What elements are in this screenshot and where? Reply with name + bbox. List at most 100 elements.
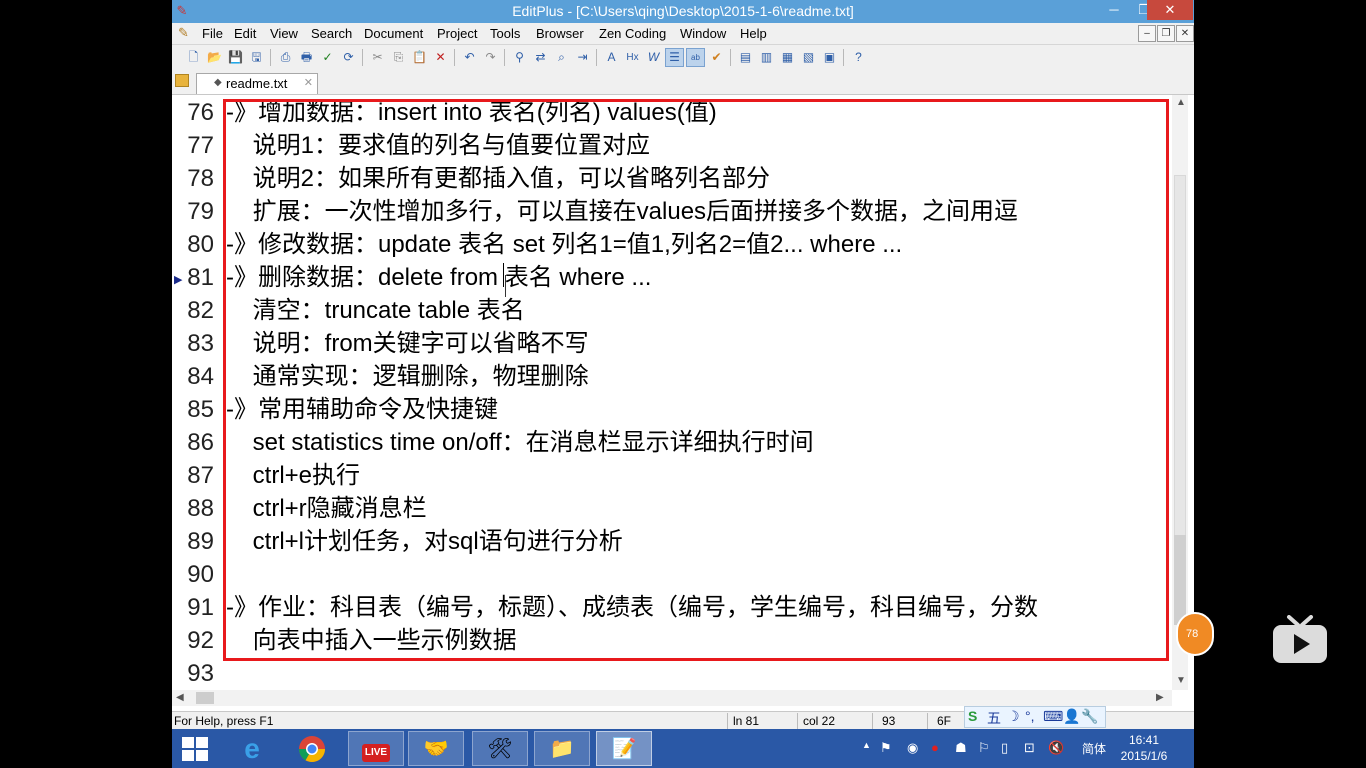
word-wrap-icon[interactable]: W: [644, 48, 663, 67]
line-number-gutter: ▶ 76 77 78 79 80 81 82 83 84 85 86 87 88 89 90 91 92 93: [172, 95, 218, 690]
cliptext-icon[interactable]: ▦: [778, 48, 797, 67]
video-player-tv-icon[interactable]: [1271, 615, 1329, 665]
ime-halfwidth-icon[interactable]: ☽: [1007, 708, 1020, 725]
editor[interactable]: ▶ 76 77 78 79 80 81 82 83 84 85 86 87 88 89 90 91 92 93 -…: [172, 95, 1194, 706]
undo-icon[interactable]: ↶: [460, 48, 479, 67]
chrome-icon[interactable]: [284, 731, 340, 766]
menu-edit[interactable]: Edit: [234, 25, 256, 42]
tray-network-icon[interactable]: ⊡: [1024, 740, 1035, 756]
tray-app-icon[interactable]: ☗: [955, 740, 967, 756]
menu-view[interactable]: View: [270, 25, 298, 42]
ime-sogou-icon[interactable]: S: [968, 708, 977, 724]
scroll-right-icon[interactable]: ▶: [1156, 692, 1164, 703]
scroll-left-icon[interactable]: ◀: [176, 692, 184, 703]
minimize-button[interactable]: ─: [1099, 0, 1129, 20]
menu-file[interactable]: File: [202, 25, 223, 42]
menu-project[interactable]: Project: [437, 25, 477, 42]
clock[interactable]: 16:41 2015/1/6: [1114, 732, 1174, 764]
menu-help[interactable]: Help: [740, 25, 767, 42]
editplus-taskbar-icon[interactable]: 📝: [596, 731, 652, 766]
line-number: 86: [187, 429, 214, 456]
fullscreen-icon[interactable]: ▣: [820, 48, 839, 67]
horizontal-scrollbar[interactable]: ◀ ▶: [172, 690, 1172, 706]
file-explorer-icon[interactable]: 📁: [534, 731, 590, 766]
delete-icon[interactable]: ✕: [431, 48, 450, 67]
output-window-icon[interactable]: ▧: [799, 48, 818, 67]
status-help-text: For Help, press F1: [174, 714, 274, 728]
copy-icon[interactable]: ⎘: [389, 48, 408, 67]
folder-icon[interactable]: [175, 74, 189, 87]
scroll-up-icon[interactable]: ▲: [1176, 97, 1186, 108]
window-list-icon[interactable]: ▤: [736, 48, 755, 67]
line-number: 87: [187, 462, 214, 489]
menu-document[interactable]: Document: [364, 25, 423, 42]
tray-action-center-icon[interactable]: ⚐: [978, 740, 990, 756]
goto-line-icon[interactable]: ⇥: [573, 48, 592, 67]
ie-browser-icon[interactable]: e: [224, 731, 280, 766]
spell-check-icon[interactable]: ✓: [318, 48, 337, 67]
ruler-icon[interactable]: ☰: [665, 48, 684, 67]
vertical-scrollbar[interactable]: ▲ ▼: [1172, 95, 1188, 690]
context-help-icon[interactable]: ?: [849, 48, 868, 67]
ime-punctuation-icon[interactable]: °,: [1025, 708, 1035, 724]
status-line: ln 81: [733, 714, 760, 728]
print-preview-icon[interactable]: ⎙: [276, 48, 295, 67]
cut-icon[interactable]: ✂: [368, 48, 387, 67]
tray-network-globe-icon[interactable]: ◉: [907, 740, 918, 756]
ime-user-icon[interactable]: 👤: [1063, 708, 1080, 725]
menu-tools[interactable]: Tools: [490, 25, 520, 42]
html-toolbar-icon[interactable]: Hx: [623, 48, 642, 67]
live-app-icon[interactable]: LIVE: [348, 731, 404, 766]
tools-app-icon[interactable]: 🛠: [472, 731, 528, 766]
directory-window-icon[interactable]: ▥: [757, 48, 776, 67]
save-icon[interactable]: 💾: [226, 48, 245, 67]
menu-browser[interactable]: Browser: [536, 25, 584, 42]
paste-icon[interactable]: 📋: [410, 48, 429, 67]
abc-icon[interactable]: ab: [686, 48, 705, 67]
status-size: 6F: [937, 714, 952, 728]
line-number: 82: [187, 297, 214, 324]
windows-start-icon[interactable]: [182, 737, 208, 761]
doc-restore-button[interactable]: ❐: [1157, 25, 1175, 42]
check-icon[interactable]: ✔: [707, 48, 726, 67]
ime-mode[interactable]: 五: [987, 708, 1001, 728]
tab-label: readme.txt: [226, 76, 288, 91]
find-icon[interactable]: ⚲: [510, 48, 529, 67]
status-column: col 22: [803, 714, 836, 728]
save-all-icon[interactable]: 🖫: [247, 48, 266, 67]
tray-volume-icon[interactable]: 🔇: [1048, 740, 1064, 756]
ime-settings-icon[interactable]: 🔧: [1081, 708, 1098, 725]
print-icon[interactable]: 🖶: [297, 48, 316, 67]
menu-zen-coding[interactable]: Zen Coding: [599, 25, 666, 42]
doc-close-button[interactable]: ✕: [1176, 25, 1194, 42]
close-button[interactable]: ✕: [1147, 0, 1193, 20]
handshake-app-icon[interactable]: 🤝: [408, 731, 464, 766]
refresh-icon[interactable]: ⟳: [339, 48, 358, 67]
toolbar: 🗋 📂 💾 🖫 ⎙ 🖶 ✓ ⟳ ✂ ⎘ 📋 ✕ ↶ ↷ ⚲ ⇄ ⌕ ⇥ A Hx…: [172, 45, 1194, 70]
new-file-icon[interactable]: 🗋: [184, 48, 203, 67]
open-file-icon[interactable]: 📂: [205, 48, 224, 67]
windows-taskbar: e LIVE 🤝 🛠 📁 📝 ▲ ⚑ ◉ ● ☗ ⚐ ▯ ⊡ 🔇 简体 16:4…: [172, 729, 1194, 768]
show-hidden-icons[interactable]: ▲: [862, 740, 871, 750]
scroll-down-icon[interactable]: ▼: [1176, 675, 1186, 686]
line-number: 93: [187, 660, 214, 687]
tab-readme[interactable]: ◆ readme.txt ✕: [196, 73, 318, 94]
ime-keyboard-icon[interactable]: ⌨: [1043, 708, 1063, 725]
menu-search[interactable]: Search: [311, 25, 352, 42]
floating-badge[interactable]: 78: [1176, 612, 1214, 656]
tab-close-icon[interactable]: ✕: [304, 76, 313, 89]
replace-icon[interactable]: ⇄: [531, 48, 550, 67]
tray-flag-icon[interactable]: ⚑: [880, 740, 892, 756]
doc-minimize-button[interactable]: –: [1138, 25, 1156, 42]
horizontal-scroll-thumb[interactable]: [196, 692, 214, 704]
tray-power-icon[interactable]: ▯: [1001, 740, 1008, 756]
find-in-files-icon[interactable]: ⌕: [552, 48, 571, 67]
ime-toolbar[interactable]: S 五 ☽ °, ⌨ 👤 🔧: [964, 706, 1106, 728]
tray-record-icon[interactable]: ●: [931, 740, 939, 755]
vertical-scroll-thumb[interactable]: [1174, 535, 1186, 625]
font-icon[interactable]: A: [602, 48, 621, 67]
line-number: 84: [187, 363, 214, 390]
menu-window[interactable]: Window: [680, 25, 726, 42]
language-indicator[interactable]: 简体: [1082, 740, 1106, 757]
redo-icon[interactable]: ↷: [481, 48, 500, 67]
